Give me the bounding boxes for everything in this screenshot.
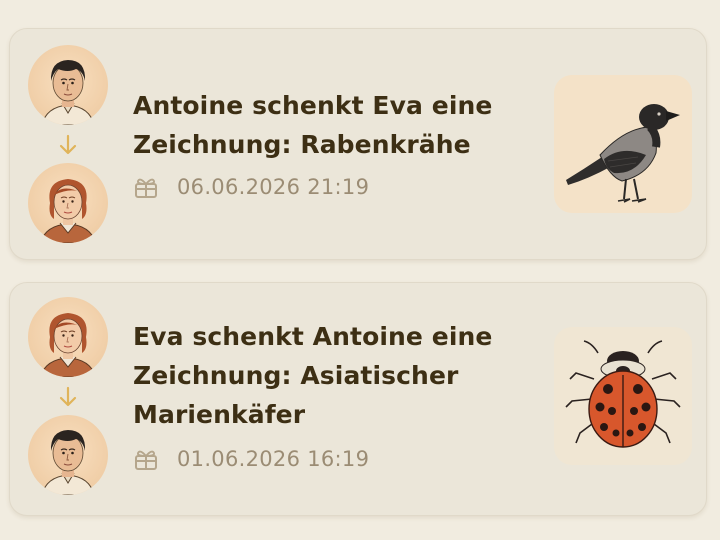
gift-title: Antoine schenkt Eva eine Zeichnung: Rabe… (133, 91, 493, 159)
arrow-down-icon (59, 386, 77, 407)
gift-feed: Antoine schenkt Eva eine Zeichnung: Rabe… (0, 0, 720, 540)
arrow-down-icon (59, 134, 77, 155)
gift-meta: 06.06.2026 21:19 (133, 172, 369, 202)
crow-drawing-thumbnail[interactable] (554, 75, 692, 213)
gift-meta: 01.06.2026 16:19 (133, 444, 369, 474)
gift-card[interactable]: Antoine schenkt Eva eine Zeichnung: Rabe… (9, 28, 707, 260)
gift-timestamp: 06.06.2026 21:19 (177, 175, 370, 199)
gift-card[interactable]: Eva schenkt Antoine eine Zeichnung: Asia… (9, 282, 707, 516)
gift-icon (135, 450, 157, 470)
avatar-recipient-antoine[interactable] (28, 415, 108, 495)
gift-icon (135, 178, 157, 198)
gift-title: Eva schenkt Antoine eine Zeichnung: Asia… (133, 322, 493, 429)
gift-timestamp: 01.06.2026 16:19 (177, 447, 370, 471)
avatar-sender-eva[interactable] (28, 297, 108, 377)
ladybug-drawing-thumbnail[interactable] (554, 327, 692, 465)
avatar-recipient-eva[interactable] (28, 163, 108, 243)
avatar-sender-antoine[interactable] (28, 45, 108, 125)
